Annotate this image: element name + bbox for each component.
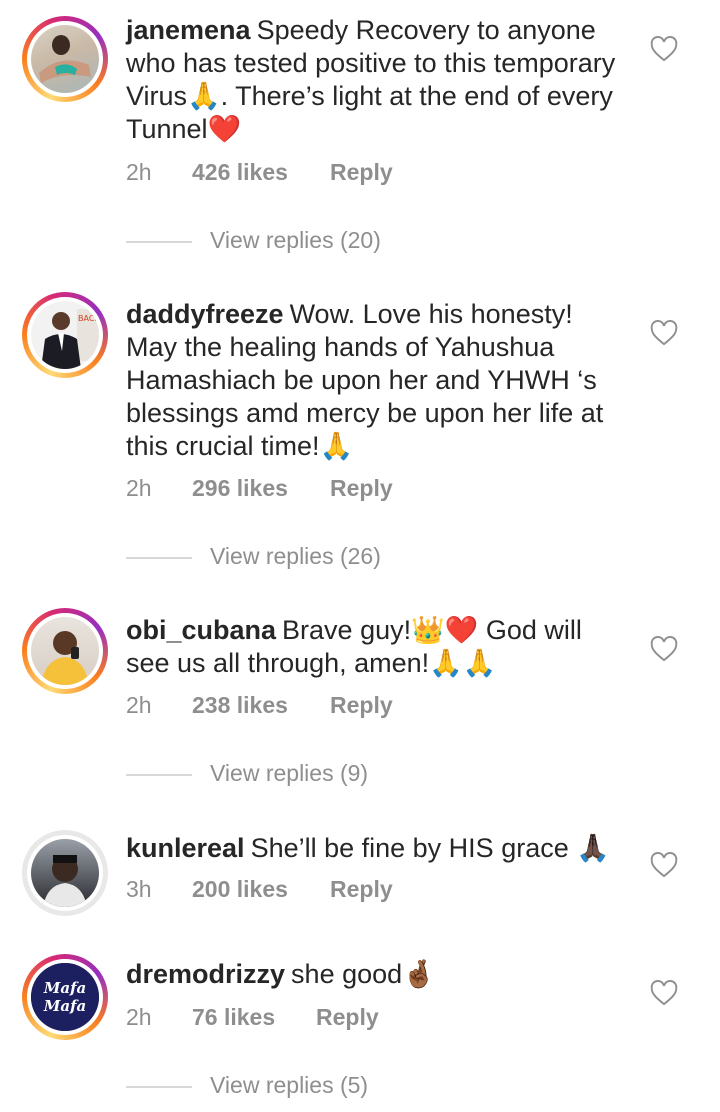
likes-count[interactable]: 426 likes	[192, 159, 288, 186]
view-replies-label: View replies (5)	[210, 1072, 369, 1098]
avatar-story-ring[interactable]	[22, 16, 108, 102]
likes-count[interactable]: 296 likes	[192, 475, 288, 502]
comment-item: Mafa Mafa dremodrizzy she good🤞🏾 2h 76 li…	[0, 946, 720, 1112]
avatar[interactable]: Mafa Mafa	[31, 963, 99, 1031]
avatar[interactable]: BACK	[31, 301, 99, 369]
svg-text:BACK: BACK	[78, 314, 99, 323]
comment-time: 2h	[126, 692, 152, 718]
replies-divider	[126, 557, 192, 559]
reply-button[interactable]: Reply	[316, 1004, 379, 1031]
comment-text: she good🤞🏾	[291, 959, 436, 989]
username[interactable]: janemena	[126, 15, 251, 45]
comment-item: janemena Speedy Recovery to anyone who ha…	[0, 0, 720, 260]
likes-count[interactable]: 238 likes	[192, 692, 288, 719]
avatar-logo-text: Mafa	[43, 979, 87, 997]
avatar-story-ring[interactable]	[22, 608, 108, 694]
comment-item: BACK daddyfreeze Wow. Love his honesty! M…	[0, 280, 720, 580]
like-heart-icon[interactable]	[650, 980, 678, 1006]
comment-item: obi_cubana Brave guy!👑❤️ God will see us …	[0, 596, 720, 806]
like-heart-icon[interactable]	[650, 320, 678, 346]
comment-time: 2h	[126, 475, 152, 501]
replies-divider	[126, 1086, 192, 1088]
like-heart-icon[interactable]	[650, 636, 678, 662]
reply-button[interactable]: Reply	[330, 159, 393, 186]
username[interactable]: obi_cubana	[126, 615, 276, 645]
view-replies-button[interactable]: View replies (9)	[126, 760, 426, 790]
comment-time: 3h	[126, 876, 152, 902]
avatar[interactable]	[31, 839, 99, 907]
comment-item: kunlereal She’ll be fine by HIS grace 🙏🏿 …	[0, 820, 720, 930]
avatar[interactable]	[31, 25, 99, 93]
comment-time: 2h	[126, 159, 152, 185]
replies-divider	[126, 241, 192, 243]
avatar-logo-text: Mafa	[43, 997, 87, 1015]
comment-text: She’ll be fine by HIS grace 🙏🏿	[250, 833, 610, 863]
like-heart-icon[interactable]	[650, 36, 678, 62]
view-replies-label: View replies (26)	[210, 543, 381, 569]
avatar-frame[interactable]	[22, 830, 108, 916]
like-heart-icon[interactable]	[650, 852, 678, 878]
reply-button[interactable]: Reply	[330, 876, 393, 903]
avatar-story-ring[interactable]: BACK	[22, 292, 108, 378]
username[interactable]: kunlereal	[126, 833, 245, 863]
view-replies-button[interactable]: View replies (5)	[126, 1072, 426, 1102]
likes-count[interactable]: 200 likes	[192, 876, 288, 903]
comment-time: 2h	[126, 1004, 152, 1030]
username[interactable]: dremodrizzy	[126, 959, 285, 989]
view-replies-label: View replies (20)	[210, 227, 381, 253]
reply-button[interactable]: Reply	[330, 475, 393, 502]
username[interactable]: daddyfreeze	[126, 299, 284, 329]
replies-divider	[126, 774, 192, 776]
avatar[interactable]	[31, 617, 99, 685]
view-replies-label: View replies (9)	[210, 760, 369, 786]
view-replies-button[interactable]: View replies (26)	[126, 543, 426, 573]
view-replies-button[interactable]: View replies (20)	[126, 227, 426, 257]
likes-count[interactable]: 76 likes	[192, 1004, 275, 1031]
avatar-story-ring[interactable]: Mafa Mafa	[22, 954, 108, 1040]
reply-button[interactable]: Reply	[330, 692, 393, 719]
